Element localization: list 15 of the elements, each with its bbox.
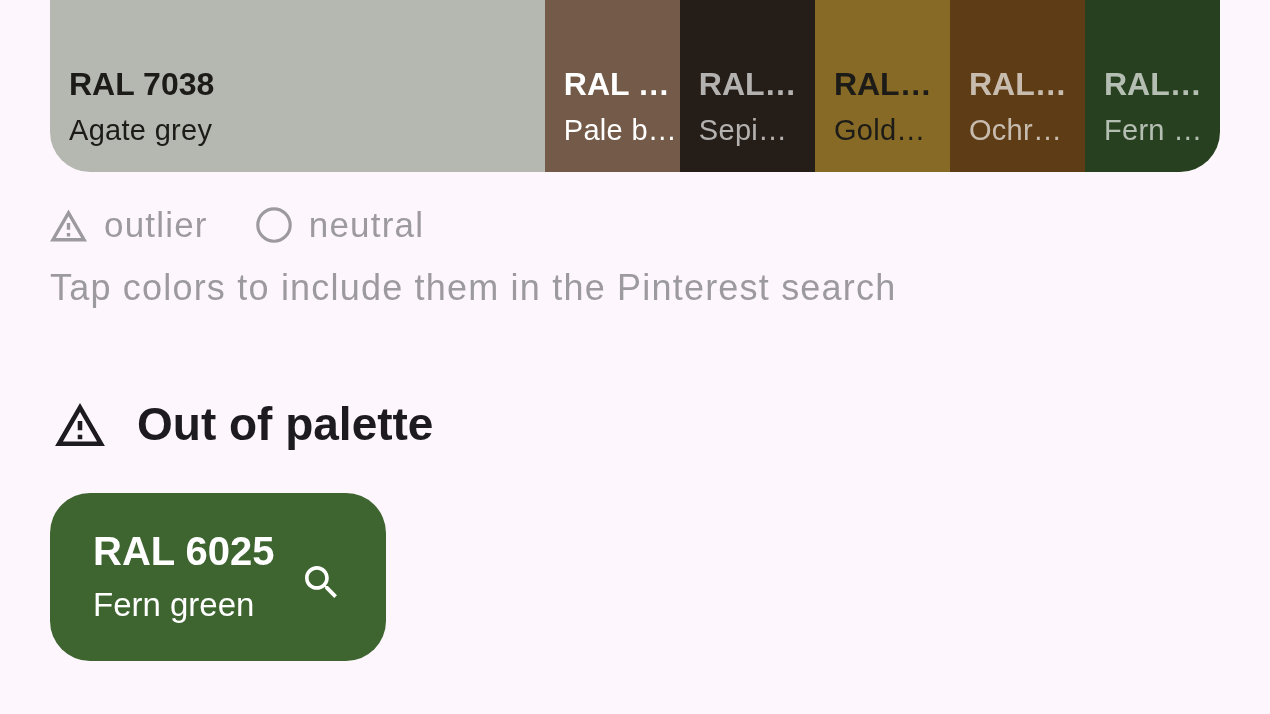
search-icon — [304, 566, 337, 598]
color-card[interactable]: RAL 6025 Fern green — [50, 493, 386, 661]
warning-icon — [50, 208, 87, 242]
warning-icon — [55, 402, 105, 446]
color-swatch[interactable]: RAL… Sepi… — [679, 0, 815, 172]
legend-label: outlier — [104, 205, 208, 245]
section-title: Out of palette — [137, 397, 434, 451]
color-swatch[interactable]: RAL… Ochr… — [949, 0, 1085, 172]
color-swatch[interactable]: RAL 7038 Agate grey — [50, 0, 545, 172]
color-swatch[interactable]: RAL … Pale b… — [544, 0, 680, 172]
hint-text: Tap colors to include them in the Pinterest search — [50, 267, 898, 309]
circle-icon — [255, 207, 292, 243]
legend-label: neutral — [308, 205, 425, 245]
color-swatch[interactable]: RAL… Gold… — [814, 0, 950, 172]
color-swatch[interactable]: RAL… Fern … — [1084, 0, 1220, 172]
